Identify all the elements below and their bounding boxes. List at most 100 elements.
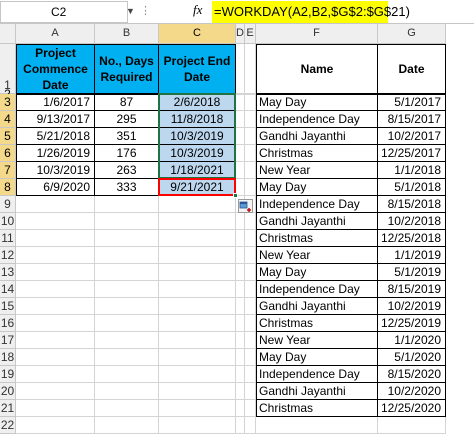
grid-cell[interactable] xyxy=(236,128,245,145)
grid-cell[interactable] xyxy=(16,281,95,298)
grid-cell[interactable] xyxy=(236,298,245,315)
column-header-d[interactable]: D xyxy=(236,24,245,44)
holiday-cell[interactable]: May Day xyxy=(256,349,378,366)
name-box[interactable]: C2 xyxy=(0,1,128,23)
table-cell[interactable]: 333 xyxy=(95,179,159,196)
row-header-20[interactable]: 20 xyxy=(0,383,16,400)
grid-cell[interactable] xyxy=(16,400,95,417)
row-header-15[interactable]: 15 xyxy=(0,298,16,315)
table-cell[interactable]: 176 xyxy=(95,145,159,162)
grid-cell[interactable] xyxy=(245,128,256,145)
grid-cell[interactable] xyxy=(16,247,95,264)
holiday-cell[interactable]: 10/2/2018 xyxy=(378,213,446,230)
row-header-4[interactable]: 4 xyxy=(0,111,16,128)
grid-cell[interactable] xyxy=(236,400,245,417)
holiday-cell[interactable]: Independence Day xyxy=(256,366,378,383)
holiday-cell[interactable]: New Year xyxy=(256,247,378,264)
grid-cell[interactable] xyxy=(236,264,245,281)
grid-cell[interactable] xyxy=(95,281,159,298)
grid-cell[interactable] xyxy=(236,145,245,162)
grid-cell[interactable] xyxy=(16,264,95,281)
column-header-c[interactable]: C xyxy=(159,24,236,44)
grid-cell[interactable] xyxy=(245,400,256,417)
grid-cell[interactable] xyxy=(245,213,256,230)
grid-cell[interactable] xyxy=(159,315,236,332)
row-header-18[interactable]: 18 xyxy=(0,349,16,366)
holiday-cell[interactable]: Gandhi Jayanthi xyxy=(256,213,378,230)
grid-cell[interactable] xyxy=(236,383,245,400)
grid-cell[interactable] xyxy=(16,230,95,247)
column-header-e[interactable]: E xyxy=(245,24,256,44)
grid-cell[interactable] xyxy=(95,230,159,247)
column-header-f[interactable]: F xyxy=(256,24,378,44)
grid-cell[interactable] xyxy=(378,417,446,434)
grid-cell[interactable] xyxy=(245,298,256,315)
table-cell[interactable]: 5/21/2018 xyxy=(16,128,95,145)
grid-cell[interactable] xyxy=(245,145,256,162)
row-header-19[interactable]: 19 xyxy=(0,366,16,383)
grid-cell[interactable] xyxy=(16,196,95,213)
holiday-cell[interactable]: Gandhi Jayanthi xyxy=(256,128,378,145)
grid-cell[interactable] xyxy=(245,417,256,434)
grid-cell[interactable] xyxy=(16,366,95,383)
formula-input[interactable]: =WORKDAY(A2,B2,$G$2:$G$21) xyxy=(212,1,410,23)
insert-function-icon[interactable]: fx xyxy=(193,2,202,18)
grid-cell[interactable] xyxy=(245,315,256,332)
grid-cell[interactable] xyxy=(245,179,256,196)
grid-cell[interactable] xyxy=(95,298,159,315)
grid-cell[interactable] xyxy=(159,247,236,264)
select-all-corner[interactable] xyxy=(0,24,16,44)
grid-cell[interactable] xyxy=(236,247,245,264)
grid-cell[interactable] xyxy=(236,349,245,366)
holiday-cell[interactable]: 1/1/2020 xyxy=(378,332,446,349)
holiday-cell[interactable]: New Year xyxy=(256,162,378,179)
table-cell[interactable]: 351 xyxy=(95,128,159,145)
holiday-cell[interactable]: May Day xyxy=(256,94,378,111)
holiday-cell[interactable]: Gandhi Jayanthi xyxy=(256,383,378,400)
holiday-cell[interactable]: 12/25/2019 xyxy=(378,315,446,332)
grid-cell[interactable] xyxy=(236,111,245,128)
grid-cell[interactable] xyxy=(16,383,95,400)
table-cell[interactable]: 87 xyxy=(95,94,159,111)
grid-cell[interactable] xyxy=(95,196,159,213)
column-header-a[interactable]: A xyxy=(16,24,95,44)
grid-cell[interactable] xyxy=(245,349,256,366)
grid-cell[interactable] xyxy=(159,196,236,213)
grid-cell[interactable] xyxy=(236,44,245,94)
holiday-cell[interactable]: Christmas xyxy=(256,145,378,162)
table-cell[interactable]: 9/13/2017 xyxy=(16,111,95,128)
grid-cell[interactable] xyxy=(95,332,159,349)
autofill-options-icon[interactable] xyxy=(238,199,253,213)
row-header-8[interactable]: 8 xyxy=(0,179,16,196)
grid-cell[interactable] xyxy=(159,349,236,366)
grid-cell[interactable] xyxy=(159,383,236,400)
holiday-cell[interactable]: 5/1/2017 xyxy=(378,94,446,111)
grid-cell[interactable] xyxy=(245,281,256,298)
grid-cell[interactable] xyxy=(245,94,256,111)
holiday-cell[interactable]: 10/2/2017 xyxy=(378,128,446,145)
row-header-6[interactable]: 6 xyxy=(0,145,16,162)
holiday-cell[interactable]: 8/15/2017 xyxy=(378,111,446,128)
row-header-16[interactable]: 16 xyxy=(0,315,16,332)
grid-cell[interactable] xyxy=(95,400,159,417)
grid-cell[interactable] xyxy=(245,366,256,383)
grid-cell[interactable] xyxy=(245,247,256,264)
holiday-cell[interactable]: 12/25/2017 xyxy=(378,145,446,162)
grid-cell[interactable] xyxy=(245,230,256,247)
grid-cell[interactable] xyxy=(236,281,245,298)
grid-cell[interactable] xyxy=(159,366,236,383)
row-header-12[interactable]: 12 xyxy=(0,247,16,264)
grid-cell[interactable] xyxy=(159,264,236,281)
grid-cell[interactable] xyxy=(159,298,236,315)
grid-cell[interactable] xyxy=(159,417,236,434)
grid-cell[interactable] xyxy=(236,332,245,349)
holiday-cell[interactable]: May Day xyxy=(256,179,378,196)
row-header-5[interactable]: 5 xyxy=(0,128,16,145)
grid-cell[interactable] xyxy=(159,213,236,230)
grid-cell[interactable] xyxy=(236,366,245,383)
grid-cell[interactable] xyxy=(159,332,236,349)
grid-cell[interactable] xyxy=(16,332,95,349)
table-cell[interactable]: 10/3/2019 xyxy=(16,162,95,179)
holiday-cell[interactable]: 8/15/2020 xyxy=(378,366,446,383)
row-header-7[interactable]: 7 xyxy=(0,162,16,179)
